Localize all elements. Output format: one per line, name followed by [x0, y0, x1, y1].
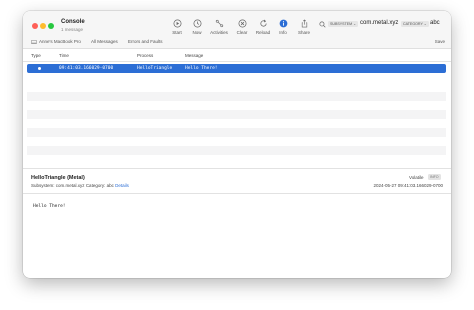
details-link[interactable]: Details: [115, 183, 129, 188]
info-type-dot: [38, 67, 41, 70]
now-button[interactable]: Now: [186, 19, 208, 35]
level-badge: INFO: [428, 174, 441, 180]
row-time: 09:41:03.166029-0700: [59, 66, 114, 71]
row-message: Hello There!: [185, 66, 218, 71]
now-label: Now: [192, 30, 202, 35]
header-divider: [23, 61, 451, 62]
activities-label: Activities: [210, 30, 228, 35]
errors-and-faults-tab[interactable]: Errors and Faults: [128, 39, 163, 44]
subsystem-token[interactable]: SUBSYSTEM ⌄: [328, 21, 359, 27]
clear-label: Clear: [236, 30, 248, 35]
detail-divider: [23, 193, 451, 194]
minimize-window-button[interactable]: [40, 23, 46, 29]
detail-metadata: Subsystem: com.metal.xyz Category: abc D…: [31, 183, 129, 188]
activities-icon: [215, 19, 223, 28]
clear-button[interactable]: Clear: [231, 19, 253, 35]
share-icon: [301, 19, 307, 28]
info-circle-icon: [279, 19, 287, 28]
console-window: Console 1 message Start Now Activities C…: [23, 11, 451, 278]
empty-row: [27, 110, 446, 119]
close-window-button[interactable]: [32, 23, 38, 29]
activities-button[interactable]: Activities: [208, 19, 230, 35]
reload-button[interactable]: Reload: [252, 19, 274, 35]
save-button[interactable]: Save: [435, 39, 445, 44]
column-header-process[interactable]: Process: [137, 53, 153, 58]
reload-icon: [259, 19, 267, 27]
subsystem-value: com.metal.xyz: [55, 183, 85, 188]
toolbar: Console 1 message Start Now Activities C…: [23, 11, 451, 36]
info-label: Info: [279, 30, 287, 35]
subsystem-token-value[interactable]: com.metal.xyz: [360, 20, 398, 26]
clear-circle-x-icon: [238, 19, 246, 28]
column-header-message[interactable]: Message: [185, 53, 203, 58]
all-messages-tab[interactable]: All Messages: [91, 39, 118, 44]
start-button[interactable]: Start: [166, 19, 188, 35]
detail-timestamp: 2024-05-27 09:41:03.166029-0700: [373, 183, 443, 188]
category-token[interactable]: CATEGORY ⌄: [401, 21, 429, 27]
category-value: abc: [106, 183, 114, 188]
start-label: Start: [172, 30, 182, 35]
row-process: HelloTriangle: [137, 66, 173, 71]
play-circle-icon: [173, 19, 181, 28]
search-icon[interactable]: [319, 21, 326, 28]
share-label: Share: [297, 30, 310, 35]
split-divider[interactable]: [23, 168, 451, 169]
category-token-value[interactable]: abc: [430, 20, 440, 26]
message-body: Hello There!: [33, 204, 66, 209]
window-title: Console: [61, 19, 85, 25]
category-label: Category:: [85, 183, 106, 188]
info-button[interactable]: Info: [272, 19, 294, 35]
empty-row: [27, 92, 446, 101]
detail-title: HelloTriangle (Metal): [31, 175, 85, 181]
share-button[interactable]: Share: [293, 19, 315, 35]
clock-arrow-icon: [193, 19, 201, 28]
column-header-time[interactable]: Time: [59, 53, 69, 58]
subsystem-label: Subsystem:: [31, 183, 55, 188]
device-selector[interactable]: Anne's MacBook Pro: [39, 39, 81, 44]
column-header-type[interactable]: Type: [31, 53, 41, 58]
laptop-icon: [31, 40, 37, 44]
empty-row: [27, 146, 446, 155]
table-row[interactable]: 09:41:03.166029-0700 HelloTriangle Hello…: [27, 64, 446, 73]
scope-bar: Anne's MacBook Pro All Messages Errors a…: [23, 36, 451, 49]
zoom-window-button[interactable]: [48, 23, 54, 29]
volatile-label: Volatile: [409, 175, 424, 180]
reload-label: Reload: [255, 30, 271, 35]
window-subtitle: 1 message: [61, 27, 84, 32]
empty-row: [27, 128, 446, 137]
